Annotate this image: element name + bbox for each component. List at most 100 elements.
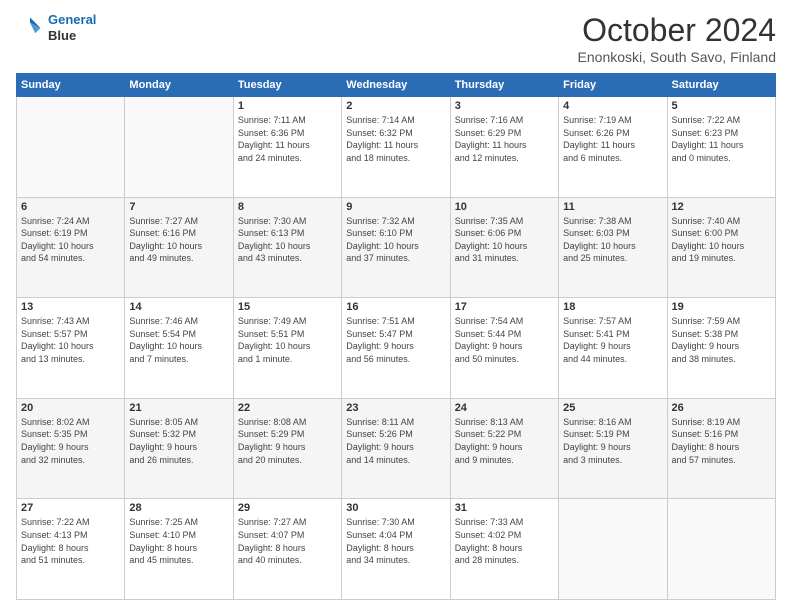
day-info: Sunrise: 7:11 AM Sunset: 6:36 PM Dayligh… [238, 114, 337, 164]
calendar-day-cell: 11 Sunrise: 7:38 AM Sunset: 6:03 PM Dayli… [559, 197, 667, 298]
day-info: Sunrise: 7:16 AM Sunset: 6:29 PM Dayligh… [455, 114, 554, 164]
day-number: 9 [346, 201, 445, 213]
day-of-week-header: Saturday [667, 74, 775, 97]
calendar-day-cell: 7Sunrise: 7:27 AM Sunset: 6:16 PM Daylig… [125, 197, 233, 298]
calendar-day-cell: 5Sunrise: 7:22 AM Sunset: 6:23 PM Daylig… [667, 97, 775, 198]
calendar-day-cell: 27 Sunrise: 7:22 AM Sunset: 4:13 PM Dayli… [17, 499, 125, 600]
calendar-day-cell: 15 Sunrise: 7:49 AM Sunset: 5:51 PM Dayli… [233, 298, 341, 399]
calendar-day-cell: 28 Sunrise: 7:25 AM Sunset: 4:10 PM Dayli… [125, 499, 233, 600]
calendar-day-cell: 10 Sunrise: 7:35 AM Sunset: 6:06 PM Dayli… [450, 197, 558, 298]
logo-line2: Blue [48, 28, 96, 44]
day-info: Sunrise: 7:46 AM Sunset: 5:54 PM Dayligh… [129, 315, 228, 365]
day-info: Sunrise: 7:27 AM Sunset: 4:07 PM Dayligh… [238, 516, 337, 566]
day-number: 29 [238, 502, 337, 514]
logo: General Blue [16, 12, 96, 43]
day-number: 25 [563, 402, 662, 414]
day-info: Sunrise: 7:32 AM Sunset: 6:10 PM Dayligh… [346, 215, 445, 265]
calendar-day-cell: 25Sunrise: 8:16 AM Sunset: 5:19 PM Dayli… [559, 398, 667, 499]
calendar-day-cell: 31 Sunrise: 7:33 AM Sunset: 4:02 PM Dayli… [450, 499, 558, 600]
day-info: Sunrise: 8:05 AM Sunset: 5:32 PM Dayligh… [129, 416, 228, 466]
calendar-day-cell: 3Sunrise: 7:16 AM Sunset: 6:29 PM Daylig… [450, 97, 558, 198]
day-number: 12 [672, 201, 771, 213]
day-number: 16 [346, 301, 445, 313]
day-info: Sunrise: 7:30 AM Sunset: 4:04 PM Dayligh… [346, 516, 445, 566]
calendar-day-cell: 21 Sunrise: 8:05 AM Sunset: 5:32 PM Dayli… [125, 398, 233, 499]
day-number: 26 [672, 402, 771, 414]
day-number: 2 [346, 100, 445, 112]
day-number: 10 [455, 201, 554, 213]
day-info: Sunrise: 7:22 AM Sunset: 4:13 PM Dayligh… [21, 516, 120, 566]
calendar-day-cell: 23Sunrise: 8:11 AM Sunset: 5:26 PM Dayli… [342, 398, 450, 499]
day-of-week-header: Monday [125, 74, 233, 97]
calendar-day-cell [559, 499, 667, 600]
calendar-day-cell: 30 Sunrise: 7:30 AM Sunset: 4:04 PM Dayli… [342, 499, 450, 600]
day-info: Sunrise: 8:02 AM Sunset: 5:35 PM Dayligh… [21, 416, 120, 466]
logo-text: General Blue [48, 12, 96, 43]
day-number: 20 [21, 402, 120, 414]
day-of-week-header: Wednesday [342, 74, 450, 97]
day-info: Sunrise: 7:22 AM Sunset: 6:23 PM Dayligh… [672, 114, 771, 164]
day-number: 8 [238, 201, 337, 213]
calendar-week-row: 20 Sunrise: 8:02 AM Sunset: 5:35 PM Dayli… [17, 398, 776, 499]
day-number: 19 [672, 301, 771, 313]
calendar-day-cell: 1 Sunrise: 7:11 AM Sunset: 6:36 PM Daylig… [233, 97, 341, 198]
calendar-day-cell: 8Sunrise: 7:30 AM Sunset: 6:13 PM Daylig… [233, 197, 341, 298]
day-number: 28 [129, 502, 228, 514]
day-number: 27 [21, 502, 120, 514]
calendar-day-cell: 20 Sunrise: 8:02 AM Sunset: 5:35 PM Dayli… [17, 398, 125, 499]
day-info: Sunrise: 7:49 AM Sunset: 5:51 PM Dayligh… [238, 315, 337, 365]
day-info: Sunrise: 7:19 AM Sunset: 6:26 PM Dayligh… [563, 114, 662, 164]
day-number: 23 [346, 402, 445, 414]
day-number: 6 [21, 201, 120, 213]
calendar-day-cell: 12 Sunrise: 7:40 AM Sunset: 6:00 PM Dayli… [667, 197, 775, 298]
calendar-day-cell: 13Sunrise: 7:43 AM Sunset: 5:57 PM Dayli… [17, 298, 125, 399]
calendar-day-cell: 2 Sunrise: 7:14 AM Sunset: 6:32 PM Daylig… [342, 97, 450, 198]
calendar-table: SundayMondayTuesdayWednesdayThursdayFrid… [16, 73, 776, 600]
day-info: Sunrise: 7:43 AM Sunset: 5:57 PM Dayligh… [21, 315, 120, 365]
calendar-week-row: 27 Sunrise: 7:22 AM Sunset: 4:13 PM Dayli… [17, 499, 776, 600]
day-info: Sunrise: 8:13 AM Sunset: 5:22 PM Dayligh… [455, 416, 554, 466]
day-of-week-header: Thursday [450, 74, 558, 97]
day-number: 31 [455, 502, 554, 514]
day-info: Sunrise: 7:24 AM Sunset: 6:19 PM Dayligh… [21, 215, 120, 265]
day-of-week-header: Sunday [17, 74, 125, 97]
logo-line1: General [48, 12, 96, 27]
title-block: October 2024 Enonkoski, South Savo, Finl… [578, 12, 776, 65]
logo-icon [16, 14, 44, 42]
day-number: 17 [455, 301, 554, 313]
day-number: 18 [563, 301, 662, 313]
day-info: Sunrise: 7:40 AM Sunset: 6:00 PM Dayligh… [672, 215, 771, 265]
page-subtitle: Enonkoski, South Savo, Finland [578, 49, 776, 65]
day-of-week-header: Friday [559, 74, 667, 97]
day-number: 22 [238, 402, 337, 414]
day-info: Sunrise: 7:57 AM Sunset: 5:41 PM Dayligh… [563, 315, 662, 365]
day-number: 30 [346, 502, 445, 514]
calendar-day-cell [17, 97, 125, 198]
calendar-day-cell: 26 Sunrise: 8:19 AM Sunset: 5:16 PM Dayli… [667, 398, 775, 499]
day-info: Sunrise: 8:19 AM Sunset: 5:16 PM Dayligh… [672, 416, 771, 466]
day-number: 11 [563, 201, 662, 213]
day-info: Sunrise: 7:59 AM Sunset: 5:38 PM Dayligh… [672, 315, 771, 365]
day-info: Sunrise: 7:14 AM Sunset: 6:32 PM Dayligh… [346, 114, 445, 164]
calendar-day-cell [125, 97, 233, 198]
calendar-day-cell: 22 Sunrise: 8:08 AM Sunset: 5:29 PM Dayli… [233, 398, 341, 499]
day-number: 1 [238, 100, 337, 112]
day-number: 24 [455, 402, 554, 414]
day-info: Sunrise: 7:25 AM Sunset: 4:10 PM Dayligh… [129, 516, 228, 566]
day-of-week-header: Tuesday [233, 74, 341, 97]
calendar-day-cell: 19 Sunrise: 7:59 AM Sunset: 5:38 PM Dayli… [667, 298, 775, 399]
day-info: Sunrise: 7:35 AM Sunset: 6:06 PM Dayligh… [455, 215, 554, 265]
day-number: 15 [238, 301, 337, 313]
calendar-week-row: 1 Sunrise: 7:11 AM Sunset: 6:36 PM Daylig… [17, 97, 776, 198]
day-info: Sunrise: 8:08 AM Sunset: 5:29 PM Dayligh… [238, 416, 337, 466]
header: General Blue October 2024 Enonkoski, Sou… [16, 12, 776, 65]
page-title: October 2024 [578, 12, 776, 49]
calendar-day-cell: 17Sunrise: 7:54 AM Sunset: 5:44 PM Dayli… [450, 298, 558, 399]
calendar-week-row: 13Sunrise: 7:43 AM Sunset: 5:57 PM Dayli… [17, 298, 776, 399]
calendar-day-cell: 4Sunrise: 7:19 AM Sunset: 6:26 PM Daylig… [559, 97, 667, 198]
day-number: 21 [129, 402, 228, 414]
day-info: Sunrise: 7:38 AM Sunset: 6:03 PM Dayligh… [563, 215, 662, 265]
calendar-day-cell: 16Sunrise: 7:51 AM Sunset: 5:47 PM Dayli… [342, 298, 450, 399]
day-info: Sunrise: 7:33 AM Sunset: 4:02 PM Dayligh… [455, 516, 554, 566]
calendar-day-cell [667, 499, 775, 600]
